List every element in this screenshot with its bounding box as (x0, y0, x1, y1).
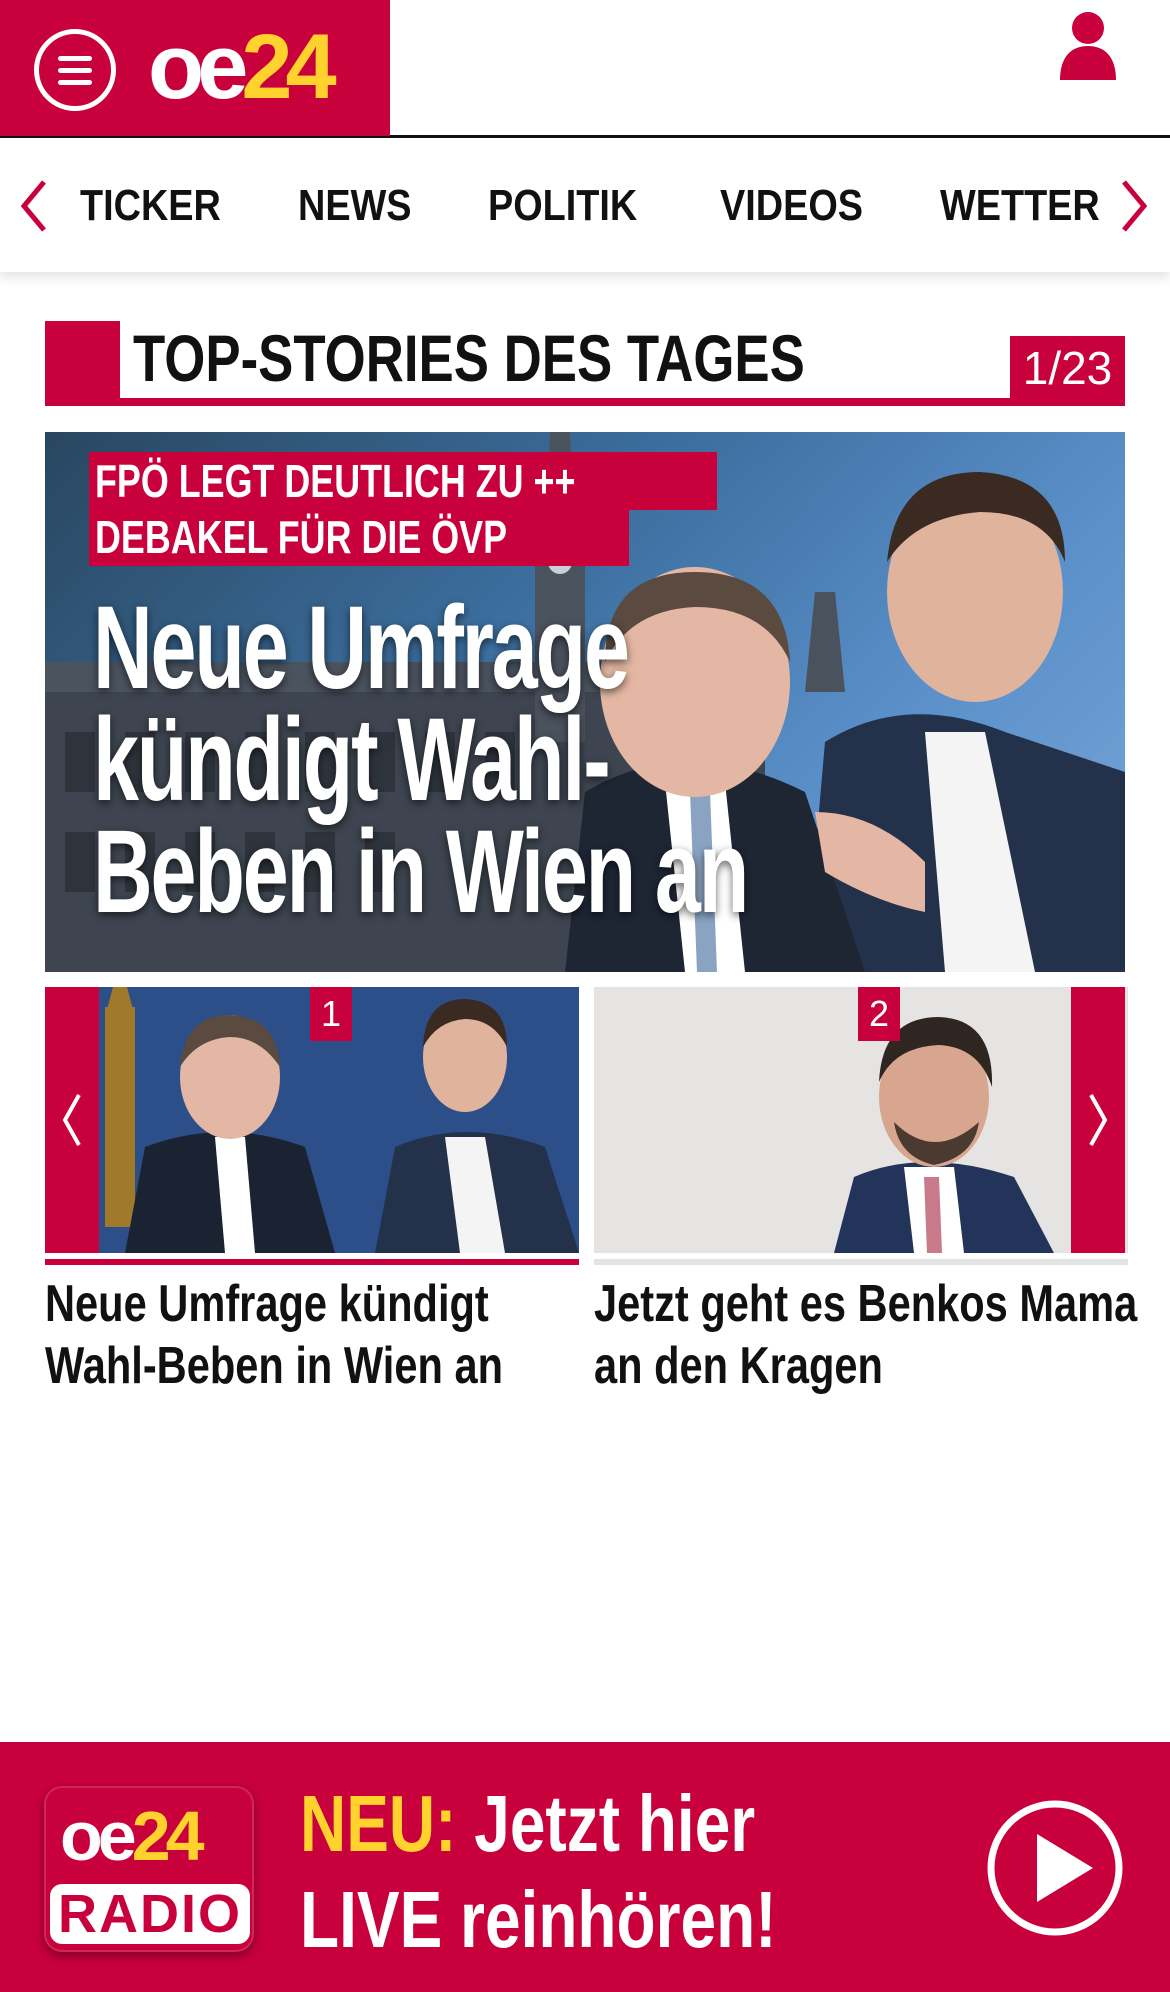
nav-item-news[interactable]: NEWS (298, 176, 412, 236)
play-icon[interactable] (985, 1798, 1125, 1938)
chevron-left-icon[interactable] (14, 176, 54, 236)
logo-24-text: 24 (241, 16, 336, 118)
radio-logo-oe: oe (60, 1797, 137, 1875)
chevron-right-icon[interactable] (1114, 176, 1154, 236)
hero-story[interactable]: FPÖ LEGT DEUTLICH ZU ++ DEBAKEL FÜR DIE … (45, 432, 1125, 972)
radio-neu-label: NEU: (300, 1779, 457, 1868)
site-header: oe24 (0, 0, 1170, 138)
card-2-title-line1: Jetzt geht es Benkos Mama (594, 1275, 1138, 1333)
card-1-active-indicator (45, 1259, 579, 1265)
logo-block: oe24 (0, 0, 390, 136)
category-nav: TICKER NEWS POLITIK VIDEOS WETTER (0, 138, 1170, 272)
radio-cta-text: NEU: Jetzt hier LIVE reinhören! (300, 1776, 940, 1968)
slider-next-button[interactable] (1071, 987, 1125, 1253)
radio-cta-line1: NEU: Jetzt hier (300, 1776, 812, 1872)
section-underline (45, 398, 1125, 406)
chevron-left-icon (62, 1094, 81, 1146)
radio-banner[interactable]: oe24 RADIO NEU: Jetzt hier LIVE reinhöre… (0, 1742, 1170, 1992)
nav-item-videos[interactable]: VIDEOS (720, 176, 863, 236)
nav-item-wetter[interactable]: WETTER (940, 176, 1100, 236)
oe24-logo[interactable]: oe24 (148, 21, 337, 113)
hero-headline: Neue Umfrage kündigt Wahl- Beben in Wien… (93, 582, 749, 938)
radio-logo-label: RADIO (50, 1884, 250, 1944)
card-1-title-line1: Neue Umfrage kündigt (45, 1275, 489, 1333)
card-2-title[interactable]: Jetzt geht es Benkos Mama an den Kragen (594, 1273, 1138, 1397)
hero-headline-line3: Beben in Wien an (93, 806, 749, 938)
nav-item-ticker[interactable]: TICKER (80, 176, 221, 236)
card-2-indicator (594, 1259, 1128, 1265)
slide-counter: 1/23 (1010, 336, 1125, 400)
oe24-radio-logo: oe24 RADIO (44, 1786, 254, 1952)
hero-kicker-line1: FPÖ LEGT DEUTLICH ZU ++ (89, 452, 717, 510)
chevron-right-icon (1089, 1094, 1108, 1146)
hero-kicker-line2: DEBAKEL FÜR DIE ÖVP (89, 508, 630, 566)
logo-oe-text: oe (148, 16, 248, 118)
card-1-title-line2: Wahl-Beben in Wien an (45, 1337, 504, 1395)
card-1-title[interactable]: Neue Umfrage kündigt Wahl-Beben in Wien … (45, 1273, 585, 1397)
card-2-number: 2 (858, 987, 900, 1041)
slider-prev-button[interactable] (45, 987, 99, 1253)
user-icon[interactable] (1056, 10, 1120, 82)
radio-logo-24: 24 (131, 1797, 205, 1875)
section-accent-block (45, 321, 120, 401)
nav-item-politik[interactable]: POLITIK (488, 176, 637, 236)
card-2-title-line2: an den Kragen (594, 1337, 883, 1395)
card-1-number: 1 (310, 987, 352, 1041)
hamburger-menu-icon[interactable] (34, 29, 116, 111)
hero-headline-line1: Neue Umfrage (93, 582, 630, 714)
hero-headline-line2: kündigt Wahl- (93, 694, 611, 826)
section-header: TOP-STORIES DES TAGES 1/23 (45, 318, 1125, 408)
section-title: TOP-STORIES DES TAGES (133, 321, 805, 395)
radio-cta-line1-rest: Jetzt hier (456, 1779, 756, 1868)
radio-cta-line2: LIVE reinhören! (300, 1875, 777, 1964)
